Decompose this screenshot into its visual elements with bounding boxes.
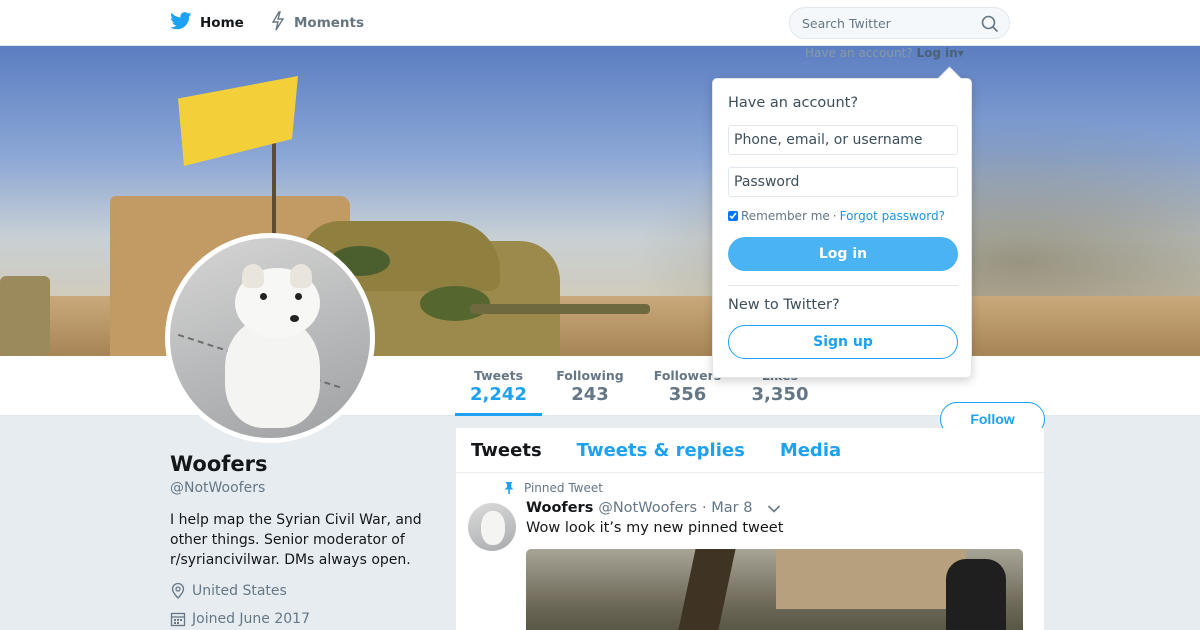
- avatar[interactable]: [165, 233, 375, 443]
- dog-avatar-image: [170, 238, 370, 438]
- calendar-icon: [170, 612, 186, 627]
- pin-icon: [504, 482, 514, 494]
- chevron-down-icon[interactable]: [767, 504, 781, 514]
- login-hint[interactable]: Have an account? Log in▾: [805, 46, 964, 60]
- tweet-author-handle[interactable]: @NotWoofers: [598, 500, 697, 516]
- caret-down-icon: ▾: [957, 46, 964, 60]
- password-field[interactable]: [728, 167, 958, 197]
- twitter-bird-icon: [170, 12, 192, 34]
- search-icon[interactable]: [981, 15, 999, 33]
- tweet-timestamp[interactable]: · Mar 8: [702, 500, 752, 516]
- dropdown-divider: [728, 285, 958, 286]
- timeline: Tweets Tweets & replies Media Pinned Twe…: [456, 428, 1044, 630]
- active-stat-underline: [455, 413, 542, 416]
- login-link[interactable]: Log in: [916, 46, 957, 60]
- tweet-text: Wow look it’s my new pinned tweet: [526, 520, 784, 536]
- login-dropdown-title: Have an account?: [728, 95, 859, 111]
- username-field[interactable]: [728, 125, 958, 155]
- remember-me-label[interactable]: Remember me: [741, 209, 830, 223]
- flag-image: [178, 76, 298, 166]
- tweet-header: Woofers @NotWoofers · Mar 8: [526, 500, 752, 516]
- new-to-twitter-label: New to Twitter?: [728, 297, 840, 313]
- forgot-password-link[interactable]: Forgot password?: [840, 209, 945, 223]
- tweet-media-image[interactable]: [526, 549, 1023, 630]
- stat-tweets[interactable]: Tweets 2,242: [455, 368, 542, 405]
- nav-home-label: Home: [200, 15, 244, 31]
- tweet-author-name[interactable]: Woofers: [526, 500, 593, 516]
- signup-button[interactable]: Sign up: [728, 325, 958, 359]
- tab-media[interactable]: Media: [780, 440, 841, 461]
- profile-bio: I help map the Syrian Civil War, and oth…: [170, 512, 422, 568]
- nav-moments[interactable]: Moments: [270, 0, 364, 46]
- tweet-avatar[interactable]: [468, 503, 516, 551]
- profile-name[interactable]: Woofers: [170, 452, 268, 476]
- remember-me-checkbox[interactable]: [728, 211, 738, 221]
- profile-joined: Joined June 2017: [170, 611, 310, 627]
- profile-joined-text: Joined June 2017: [192, 611, 310, 627]
- top-navigation-bar: Home Moments Search Twitter: [0, 0, 1200, 46]
- stat-following[interactable]: Following 243: [550, 368, 630, 405]
- timeline-tabs: Tweets Tweets & replies Media: [456, 428, 1044, 473]
- remember-me-row: Remember me · Forgot password?: [728, 209, 945, 223]
- tab-tweets[interactable]: Tweets: [471, 440, 542, 461]
- profile-location-text: United States: [192, 583, 287, 599]
- login-dropdown: Have an account? Remember me · Forgot pa…: [712, 78, 972, 378]
- search-input[interactable]: Search Twitter: [789, 7, 1010, 39]
- pinned-tweet-label: Pinned Tweet: [504, 481, 603, 495]
- location-pin-icon: [171, 583, 185, 599]
- login-button[interactable]: Log in: [728, 237, 958, 271]
- nav-home[interactable]: Home: [170, 0, 244, 46]
- tab-tweets-replies[interactable]: Tweets & replies: [577, 440, 745, 461]
- profile-handle[interactable]: @NotWoofers: [170, 480, 265, 496]
- search-placeholder: Search Twitter: [802, 15, 891, 31]
- lightning-bolt-icon: [270, 11, 286, 35]
- nav-moments-label: Moments: [294, 15, 365, 31]
- profile-location: United States: [170, 583, 287, 599]
